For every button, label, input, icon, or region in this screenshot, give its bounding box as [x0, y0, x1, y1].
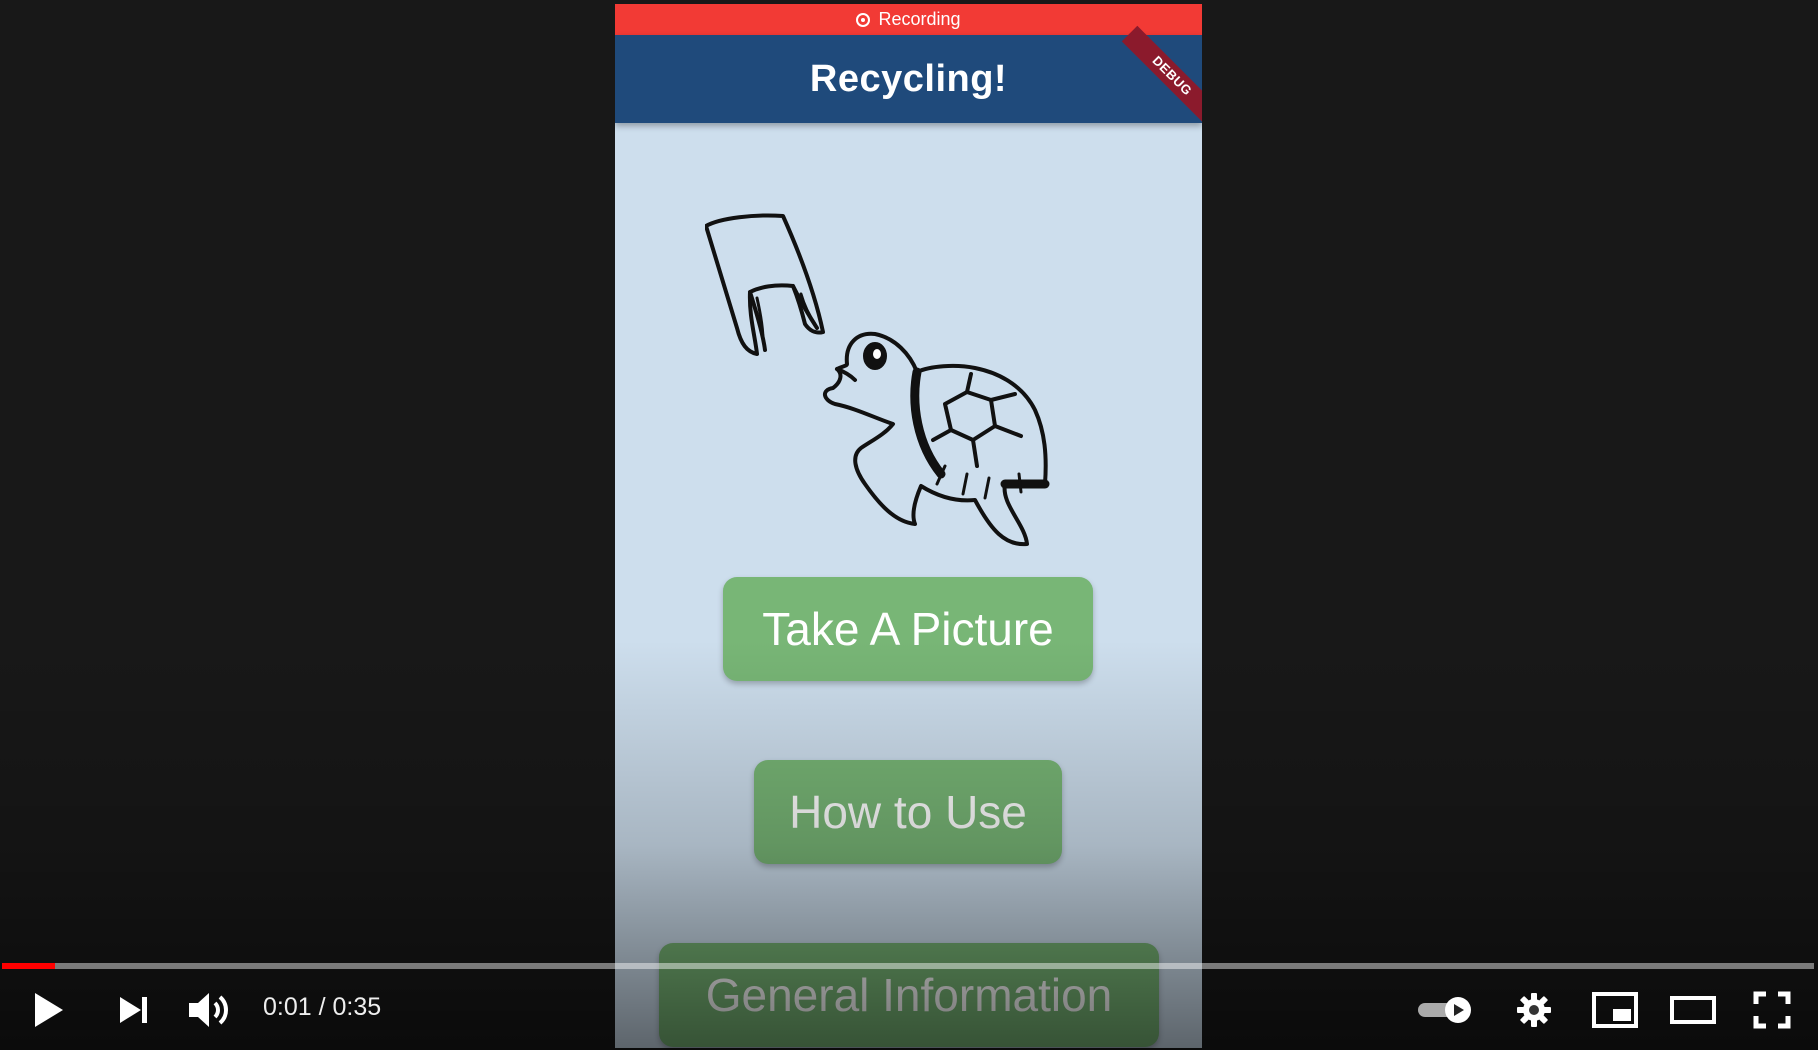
fullscreen-button[interactable]	[1750, 988, 1794, 1032]
take-a-picture-button[interactable]: Take A Picture	[723, 577, 1093, 681]
app-title: Recycling!	[809, 57, 1008, 100]
miniplayer-icon	[1592, 992, 1638, 1028]
fullscreen-icon	[1753, 991, 1791, 1029]
record-icon	[856, 12, 871, 27]
video-player[interactable]: Recording Recycling! DEBUG Take A Pictur…	[0, 0, 1818, 1050]
general-information-button[interactable]: General Information	[659, 943, 1159, 1047]
settings-button[interactable]	[1512, 988, 1556, 1032]
volume-button[interactable]	[186, 988, 234, 1032]
play-icon	[35, 993, 63, 1027]
theater-mode-icon	[1670, 996, 1716, 1024]
plastic-bag-drawing	[705, 213, 825, 356]
phone-screen: Recording Recycling! DEBUG Take A Pictur…	[615, 4, 1202, 1048]
theater-mode-button[interactable]	[1668, 988, 1718, 1032]
progress-bar[interactable]	[2, 963, 1814, 969]
how-to-use-button[interactable]: How to Use	[754, 760, 1062, 864]
time-display: 0:01 / 0:35	[263, 993, 382, 1021]
turtle-bag-illustration	[705, 213, 1050, 547]
recording-label: Recording	[878, 9, 961, 29]
settings-gear-icon	[1517, 993, 1551, 1027]
recording-bar: Recording	[615, 4, 1202, 35]
next-icon	[120, 997, 147, 1023]
autoplay-toggle[interactable]	[1416, 988, 1474, 1032]
debug-banner: DEBUG	[1121, 25, 1202, 127]
play-button[interactable]	[26, 988, 70, 1032]
progress-played	[2, 963, 55, 969]
next-button[interactable]	[112, 988, 156, 1032]
miniplayer-button[interactable]	[1590, 988, 1640, 1032]
autoplay-toggle-icon	[1418, 997, 1471, 1023]
app-bar: Recycling! DEBUG	[615, 25, 1202, 127]
volume-icon	[189, 993, 228, 1027]
